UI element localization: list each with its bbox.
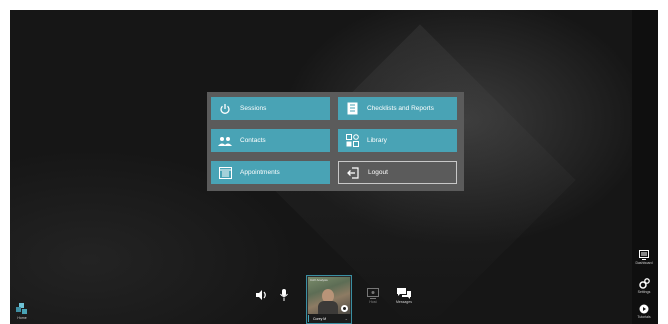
calendar-icon [218, 166, 232, 180]
eye-icon[interactable] [341, 305, 348, 312]
library-icon [345, 134, 359, 148]
speaker-button[interactable] [256, 290, 268, 300]
home-logo-icon [16, 303, 27, 314]
speaker-icon [256, 290, 266, 300]
logout-button[interactable]: Logout [338, 161, 457, 184]
main-menu-panel: Sessions Checklists and Reports Contacts… [207, 92, 464, 191]
video-name-bar: Corey M ⌄ [307, 314, 351, 323]
appointments-button[interactable]: Appointments [211, 161, 330, 184]
right-sidebar [632, 10, 658, 324]
microphone-icon [280, 289, 288, 301]
library-button[interactable]: Library [338, 129, 457, 152]
appointments-label: Appointments [240, 169, 280, 176]
messages-button[interactable]: Messages [396, 288, 412, 304]
logout-icon [346, 166, 360, 180]
dashboard-label: Dashboard [635, 261, 653, 265]
tutorials-icon [639, 304, 649, 314]
checklists-and-reports-button[interactable]: Checklists and Reports [338, 97, 457, 120]
app-screen: Sessions Checklists and Reports Contacts… [10, 10, 658, 324]
messages-label: Messages [396, 300, 412, 304]
checklist-icon [345, 102, 359, 116]
microphone-button[interactable] [280, 289, 288, 301]
home-label: Home [17, 316, 27, 320]
participant-name: Corey M [313, 316, 327, 321]
dashboard-button[interactable]: Dashboard [635, 250, 653, 265]
settings-label: Settings [637, 290, 651, 294]
chevron-down-icon[interactable]: ⌄ [345, 316, 348, 321]
contacts-button[interactable]: Contacts [211, 129, 330, 152]
home-button[interactable]: Home [16, 303, 28, 320]
contacts-icon [218, 134, 232, 148]
library-label: Library [367, 137, 387, 144]
contacts-label: Contacts [240, 137, 266, 144]
participant-body [318, 301, 338, 314]
sessions-label: Sessions [240, 105, 267, 112]
gear-icon [638, 278, 650, 289]
checklists-and-reports-label: Checklists and Reports [367, 105, 434, 112]
logout-label: Logout [368, 169, 388, 176]
tutorials-label: Tutorials [637, 315, 651, 319]
power-icon [218, 102, 232, 116]
dashboard-icon [639, 250, 649, 260]
participant-video-feed: CAV Analysis [308, 277, 350, 314]
sessions-button[interactable]: Sessions [211, 97, 330, 120]
settings-button[interactable]: Settings [635, 278, 653, 294]
tutorials-button[interactable]: Tutorials [635, 304, 653, 319]
host-button[interactable]: Host [367, 288, 379, 304]
messages-icon [396, 288, 411, 299]
active-indicator [308, 315, 309, 322]
host-icon [367, 288, 379, 299]
host-label: Host [369, 300, 377, 304]
video-overlay-text: CAV Analysis [310, 278, 328, 282]
participant-video-tile[interactable]: CAV Analysis Corey M ⌄ [306, 275, 352, 324]
